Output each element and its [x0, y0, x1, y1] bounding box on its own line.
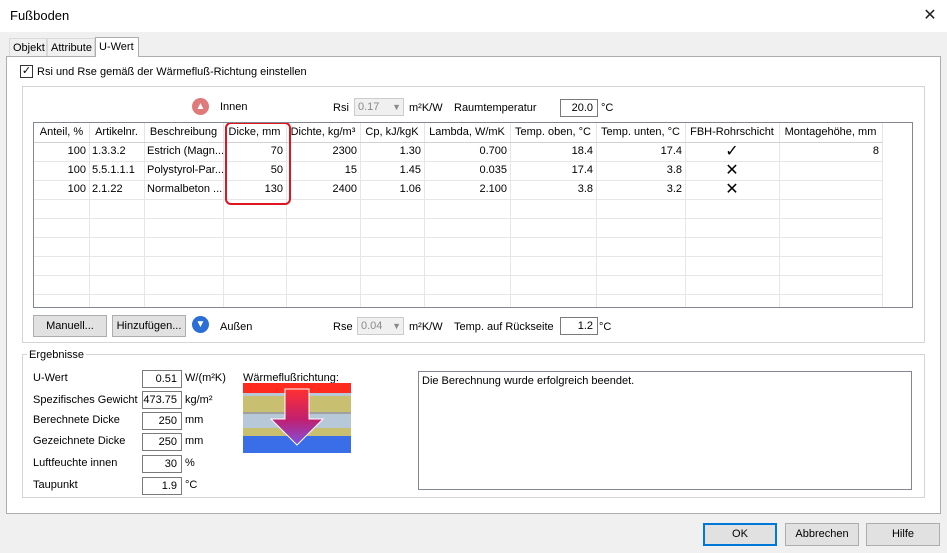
- title-bar: [0, 0, 947, 32]
- chevron-down-icon: ▼: [392, 321, 401, 331]
- arrow-up-icon[interactable]: ▲: [192, 98, 209, 115]
- raumtemperatur-label: Raumtemperatur: [454, 102, 537, 114]
- layers-table[interactable]: Anteil, % Artikelnr. Beschreibung Dicke,…: [33, 122, 913, 308]
- spezifisches-gewicht-value: 473.75: [142, 391, 182, 409]
- rsi-rse-checkbox-label: Rsi und Rse gemäß der Wärmefluß-Richtung…: [37, 66, 307, 78]
- taupunkt-value: 1.9: [142, 477, 182, 495]
- taupunkt-label: Taupunkt: [33, 479, 78, 491]
- gezeichnete-dicke-value: 250: [142, 433, 182, 451]
- rse-value: 0.04: [361, 320, 383, 332]
- col-artikelnr[interactable]: Artikelnr.: [89, 123, 144, 142]
- luftfeuchte-innen-label: Luftfeuchte innen: [33, 457, 118, 469]
- col-lambda[interactable]: Lambda, W/mK: [424, 123, 510, 142]
- luftfeuchte-innen-value: 30: [142, 455, 182, 473]
- u-wert-label: U-Wert: [33, 372, 68, 384]
- tab-attribute[interactable]: Attribute: [47, 38, 95, 56]
- dicke-highlight: [225, 123, 291, 205]
- window-title: Fußboden: [10, 8, 70, 23]
- spezifisches-gewicht-label: Spezifisches Gewicht: [33, 394, 138, 406]
- rsi-rse-checkbox[interactable]: ✓: [20, 65, 33, 78]
- rsi-value: 0.17: [358, 101, 380, 113]
- heat-flow-down-icon: [243, 383, 351, 453]
- cross-icon: ✕: [725, 162, 739, 179]
- hilfe-button[interactable]: Hilfe: [866, 523, 940, 546]
- table-row[interactable]: 100 5.5.1.1.1 Polystyrol-Par... 50 15 1.…: [34, 161, 882, 180]
- col-temp-oben[interactable]: Temp. oben, °C: [510, 123, 596, 142]
- col-beschreibung[interactable]: Beschreibung: [144, 123, 223, 142]
- ok-button[interactable]: OK: [703, 523, 777, 546]
- temp-rueckseite-unit: °C: [599, 321, 612, 333]
- u-wert-value: 0.51: [142, 370, 182, 388]
- spezifisches-gewicht-unit: kg/m²: [185, 394, 213, 406]
- col-montagehoehe[interactable]: Montagehöhe, mm: [779, 123, 882, 142]
- heat-flow-diagram: [243, 383, 351, 453]
- abbrechen-button[interactable]: Abbrechen: [785, 523, 859, 546]
- raumtemperatur-unit: °C: [601, 102, 614, 114]
- col-anteil[interactable]: Anteil, %: [34, 123, 89, 142]
- checkmark-icon: ✓: [725, 143, 739, 160]
- rse-select[interactable]: 0.04 ▼: [357, 317, 404, 335]
- chevron-down-icon: ▼: [392, 102, 401, 112]
- berechnete-dicke-label: Berechnete Dicke: [33, 414, 120, 426]
- temp-rueckseite-input[interactable]: 1.2: [560, 317, 598, 335]
- result-message: Die Berechnung wurde erfolgreich beendet…: [418, 371, 912, 490]
- raumtemperatur-input[interactable]: 20.0: [560, 99, 598, 117]
- rsi-select[interactable]: 0.17 ▼: [354, 98, 404, 116]
- gezeichnete-dicke-label: Gezeichnete Dicke: [33, 435, 126, 447]
- manuell-button[interactable]: Manuell...: [33, 315, 107, 337]
- cross-icon: ✕: [725, 181, 739, 198]
- hinzufuegen-button[interactable]: Hinzufügen...: [112, 315, 186, 337]
- rsi-label: Rsi: [333, 102, 349, 114]
- temp-rueckseite-label: Temp. auf Rückseite: [454, 321, 554, 333]
- luftfeuchte-innen-unit: %: [185, 457, 195, 469]
- col-temp-unten[interactable]: Temp. unten, °C: [596, 123, 685, 142]
- ergebnisse-title: Ergebnisse: [27, 347, 87, 363]
- tab-u-wert[interactable]: U-Wert: [95, 37, 139, 57]
- table-row[interactable]: 100 1.3.3.2 Estrich (Magn... 70 2300 1.3…: [34, 142, 882, 161]
- col-fbh[interactable]: FBH-Rohrschicht: [685, 123, 779, 142]
- rsi-unit: m²K/W: [409, 102, 443, 114]
- rse-label: Rse: [333, 321, 353, 333]
- arrow-down-icon[interactable]: ▼: [192, 316, 209, 333]
- tab-objekt[interactable]: Objekt: [9, 38, 47, 56]
- taupunkt-unit: °C: [185, 479, 198, 491]
- rse-unit: m²K/W: [409, 321, 443, 333]
- aussen-label: Außen: [220, 321, 253, 333]
- col-cp[interactable]: Cp, kJ/kgK: [360, 123, 424, 142]
- close-icon[interactable]: ✕: [918, 4, 942, 28]
- table-row[interactable]: 100 2.1.22 Normalbeton ... 130 2400 1.06…: [34, 180, 882, 199]
- berechnete-dicke-unit: mm: [185, 414, 204, 426]
- col-dichte[interactable]: Dichte, kg/m³: [286, 123, 360, 142]
- u-wert-unit: W/(m²K): [185, 372, 226, 384]
- gezeichnete-dicke-unit: mm: [185, 435, 204, 447]
- innen-label: Innen: [220, 101, 248, 113]
- berechnete-dicke-value: 250: [142, 412, 182, 430]
